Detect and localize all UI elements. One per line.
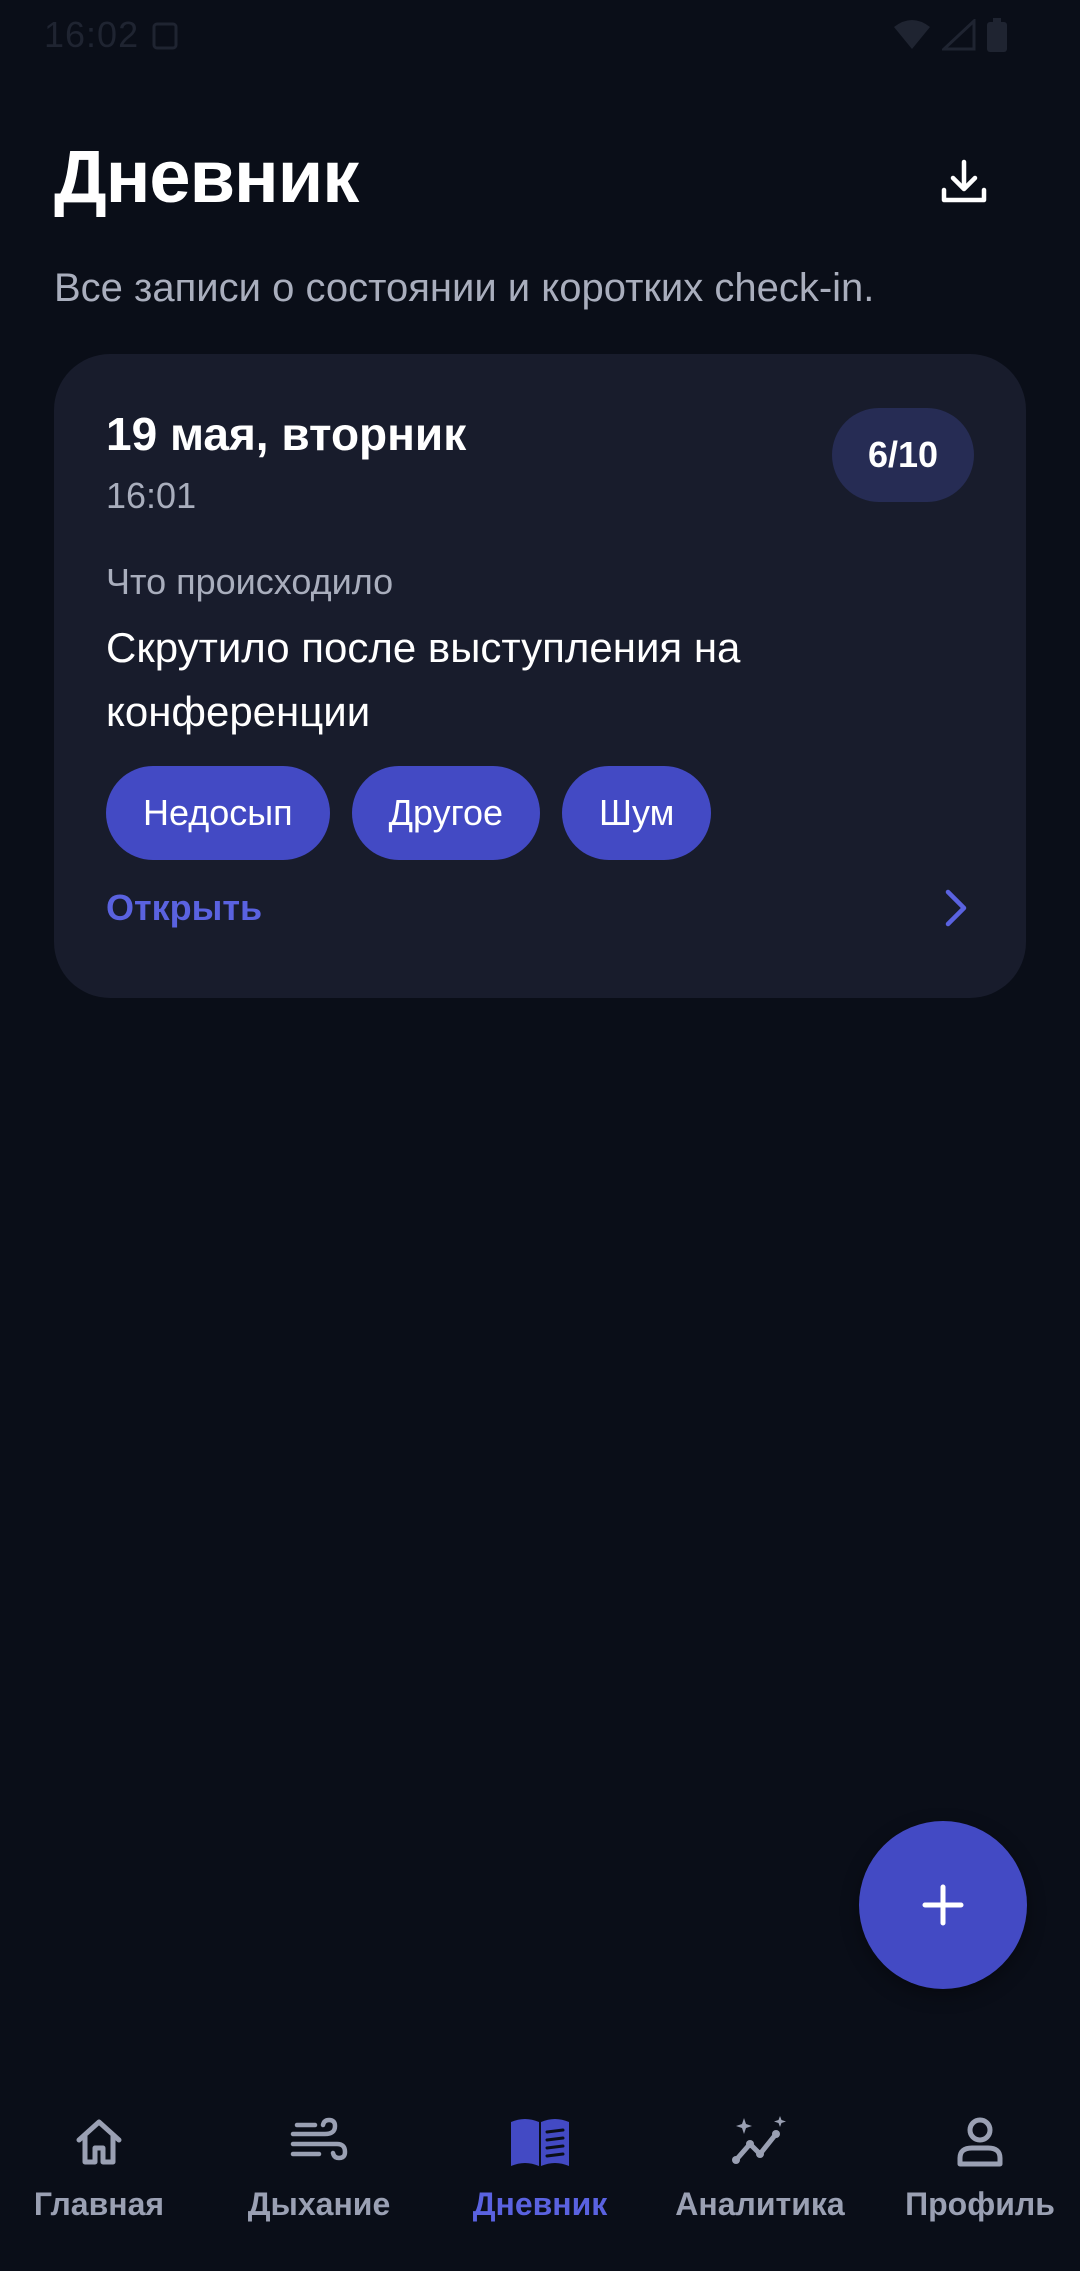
plus-icon — [922, 1884, 964, 1926]
bottom-nav: Главная Дыхание Дневник Аналитика Профил… — [0, 2080, 1080, 2271]
nav-item-diary[interactable]: Дневник — [432, 2110, 648, 2240]
status-bar: 16:02 — [0, 0, 1080, 72]
nav-item-analytics[interactable]: Аналитика — [652, 2110, 868, 2240]
nav-label: Главная — [33, 2186, 165, 2222]
entry-section-label: Что происходило — [106, 561, 394, 602]
export-button[interactable] — [922, 140, 1006, 224]
nav-label: Аналитика — [675, 2186, 845, 2222]
add-entry-button[interactable] — [859, 1821, 1027, 1989]
status-time: 16:02 — [44, 14, 140, 55]
page-subtitle: Все записи о состоянии и коротких check-… — [54, 266, 875, 310]
chevron-right-icon[interactable] — [932, 884, 980, 932]
entry-text: Скрутило после выступления на конференци… — [106, 624, 741, 735]
entry-date: 19 мая, вторник — [106, 408, 467, 460]
tag-chip: Другое — [351, 766, 541, 860]
page-title: Дневник — [54, 135, 359, 218]
nav-label: Профиль — [905, 2186, 1055, 2222]
nav-label: Дыхание — [247, 2186, 391, 2222]
open-entry-link[interactable]: Открыть — [106, 884, 262, 932]
entry-tags: Недосып Другое Шум — [106, 766, 712, 860]
nav-item-home[interactable]: Главная — [0, 2110, 207, 2240]
diary-entry-card[interactable]: 19 мая, вторник 16:01 6/10 Что происходи… — [54, 354, 1026, 998]
wifi-icon — [894, 20, 930, 49]
cellular-signal-icon — [942, 19, 976, 51]
book-icon — [511, 2119, 569, 2166]
score-badge: 6/10 — [832, 408, 974, 502]
download-icon — [941, 159, 987, 203]
tag-chip: Шум — [562, 766, 712, 860]
battery-icon — [987, 18, 1007, 52]
screenshot-icon — [152, 22, 178, 50]
status-icons — [892, 18, 1008, 52]
sparkle-chart-icon — [732, 2116, 786, 2164]
nav-label: Дневник — [472, 2186, 608, 2222]
person-icon — [957, 2117, 1003, 2167]
nav-item-breathing[interactable]: Дыхание — [211, 2110, 427, 2240]
nav-item-profile[interactable]: Профиль — [872, 2110, 1080, 2240]
wind-icon — [290, 2117, 348, 2161]
home-icon — [76, 2119, 122, 2165]
entry-time: 16:01 — [106, 475, 197, 516]
tag-chip: Недосып — [106, 766, 330, 860]
